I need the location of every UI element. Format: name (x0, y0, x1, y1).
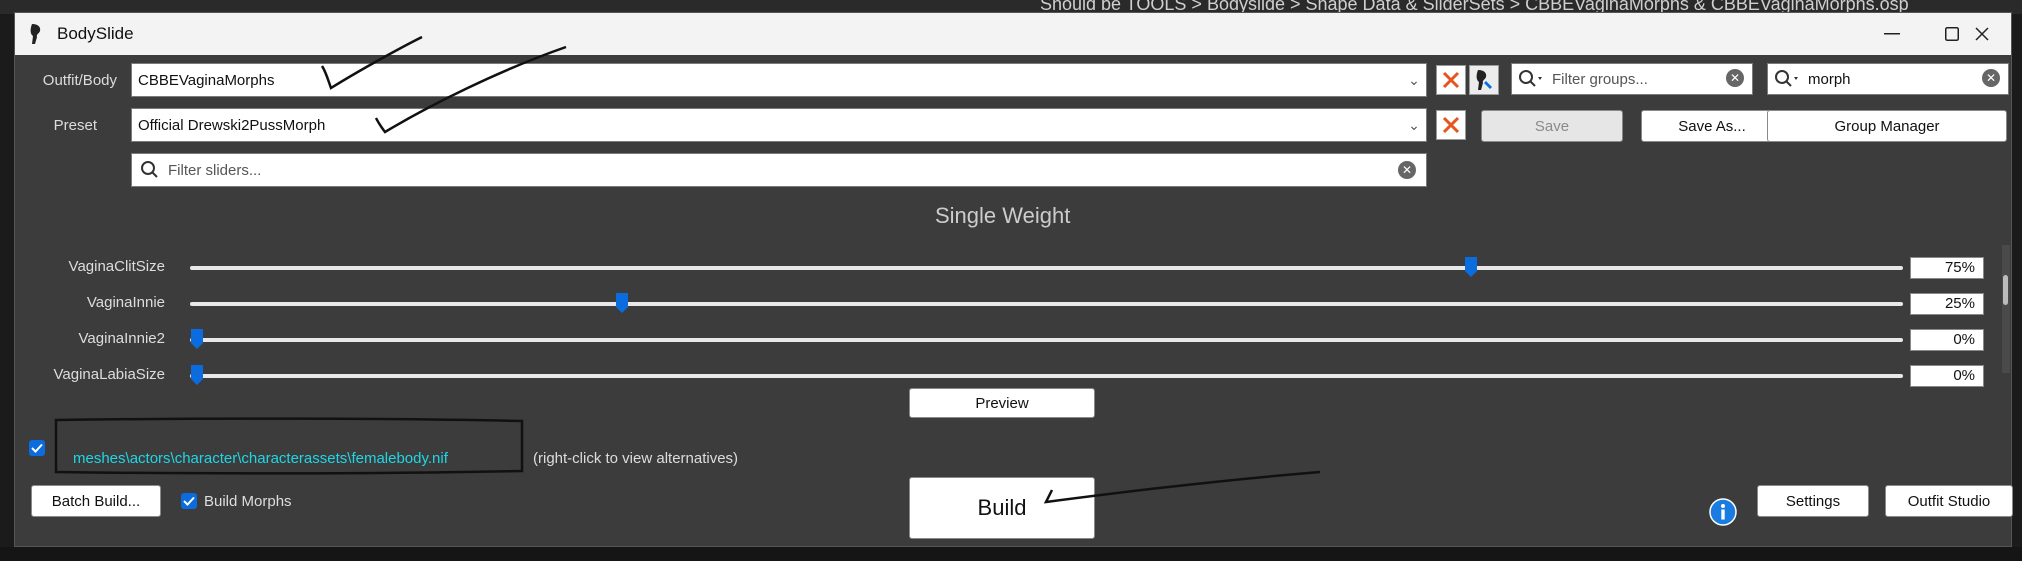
slider-track[interactable] (190, 302, 1903, 306)
slider-scrollbar[interactable] (2002, 245, 2010, 373)
group-manager-button[interactable]: Group Manager (1767, 110, 2007, 142)
batch-build-button[interactable]: Batch Build... (31, 485, 161, 517)
outfit-studio-button[interactable]: Outfit Studio (1885, 485, 2013, 517)
bodyslide-edit-icon (1476, 70, 1492, 90)
x-icon (1442, 116, 1460, 134)
outfit-value: CBBEVaginaMorphs (138, 71, 275, 89)
outfit-dropdown[interactable]: CBBEVaginaMorphs ⌄ (131, 63, 1427, 97)
save-button[interactable]: Save (1481, 110, 1623, 142)
slider-track[interactable] (190, 338, 1903, 342)
preset-value: Official Drewski2PussMorph (138, 116, 326, 134)
build-morphs-checkbox[interactable] (181, 493, 197, 509)
preset-label: Preset (53, 117, 97, 134)
output-path[interactable]: meshes\actors\character\characterassets\… (73, 450, 448, 467)
slider-track[interactable] (190, 374, 1903, 378)
slider-label: VaginaInnie (86, 294, 165, 311)
outfit-filter-input[interactable]: morph ✕ (1767, 63, 2009, 95)
minimize-icon (1884, 33, 1900, 35)
slider-value[interactable]: 0% (1910, 365, 1984, 387)
minimize-button[interactable] (1862, 13, 1922, 55)
outfit-delete-button[interactable] (1436, 65, 1466, 95)
slider-value[interactable]: 75% (1910, 257, 1984, 279)
slider-thumb[interactable] (615, 292, 629, 314)
slider-label: VaginaClitSize (68, 258, 165, 275)
slider-value[interactable]: 25% (1910, 293, 1984, 315)
preset-dropdown[interactable]: Official Drewski2PussMorph ⌄ (131, 108, 1427, 142)
slider-thumb[interactable] (190, 328, 204, 350)
group-filter-placeholder: Filter groups... (1552, 70, 1648, 88)
search-icon (1519, 70, 1542, 87)
bodyslide-window: BodySlide Outfit/Body CBBEVaginaMorphs ⌄… (14, 12, 2013, 547)
checkmark-icon (31, 443, 43, 453)
outfit-filter-value: morph (1808, 70, 1851, 88)
bodyslide-app-icon (30, 24, 41, 44)
settings-button[interactable]: Settings (1757, 485, 1869, 517)
output-path-checkbox[interactable] (29, 440, 45, 456)
chevron-down-icon: ⌄ (1408, 71, 1420, 88)
slider-thumb[interactable] (1464, 256, 1478, 278)
search-icon (141, 161, 158, 178)
slider-filter-placeholder: Filter sliders... (168, 161, 262, 179)
slider-thumb[interactable] (190, 364, 204, 386)
section-title: Single Weight (935, 203, 1071, 228)
outfit-studio-link-button[interactable] (1469, 65, 1499, 95)
slider-scroll-thumb[interactable] (2003, 275, 2008, 305)
window-title: BodySlide (57, 24, 134, 43)
title-bar[interactable]: BodySlide (15, 13, 2011, 55)
group-filter-input[interactable]: Filter groups... ✕ (1511, 63, 1753, 95)
preset-delete-button[interactable] (1436, 110, 1466, 140)
search-icon (1775, 70, 1798, 87)
preview-button[interactable]: Preview (909, 388, 1095, 418)
close-icon (1975, 27, 1989, 41)
background-bottom (0, 547, 2022, 561)
clear-icon[interactable]: ✕ (1398, 161, 1416, 179)
clear-icon[interactable]: ✕ (1982, 69, 2000, 87)
slider-value[interactable]: 0% (1910, 329, 1984, 351)
build-morphs-label: Build Morphs (204, 493, 292, 510)
info-icon[interactable] (1709, 498, 1737, 526)
build-button[interactable]: Build (909, 477, 1095, 539)
clear-icon[interactable]: ✕ (1726, 69, 1744, 87)
chevron-down-icon: ⌄ (1408, 116, 1420, 133)
save-as-button[interactable]: Save As... (1641, 110, 1783, 142)
slider-filter-input[interactable]: Filter sliders... ✕ (131, 153, 1427, 187)
slider-track[interactable] (190, 266, 1903, 270)
output-path-hint: (right-click to view alternatives) (533, 450, 739, 467)
slider-label: VaginaLabiaSize (53, 366, 165, 383)
slider-label: VaginaInnie2 (78, 330, 165, 347)
checkmark-icon (183, 496, 195, 506)
x-icon (1442, 71, 1460, 89)
outfit-label: Outfit/Body (42, 72, 117, 89)
close-button[interactable] (1952, 13, 2012, 55)
